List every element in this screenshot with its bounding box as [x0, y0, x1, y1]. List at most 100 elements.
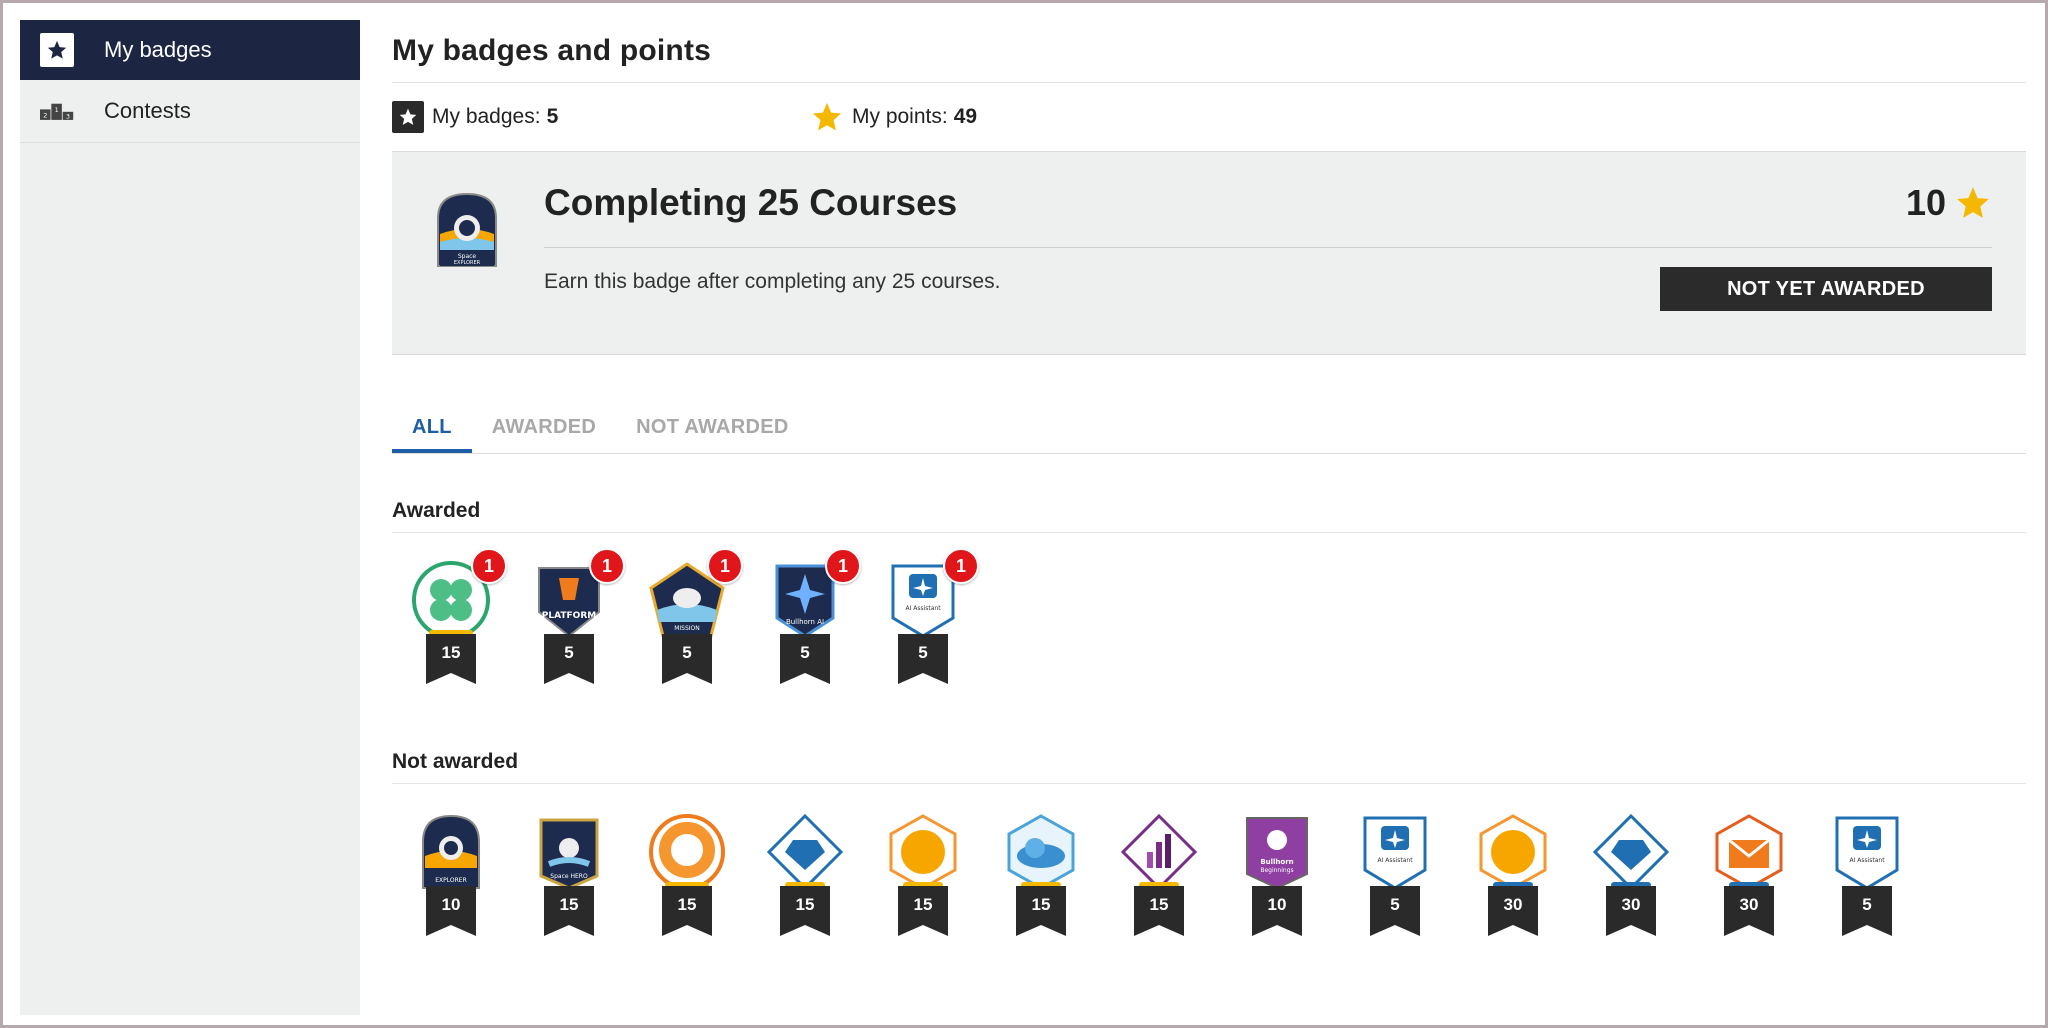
badge-points-ribbon: 15	[780, 886, 830, 936]
bullhorn-beginnings-badge[interactable]: Bullhorn Beginnings 10	[1218, 812, 1336, 964]
space-explorer-badge-icon: EXPLORER	[411, 812, 491, 892]
ai-assistant-salesforce-badge-icon: AI Assistant	[1355, 812, 1435, 892]
badge-points-ribbon: 5	[544, 634, 594, 684]
ai-assistant-generic-badge[interactable]: AI Assistant 5	[1808, 812, 1926, 964]
orange-hexagon-certified-badge[interactable]: 30	[1454, 812, 1572, 964]
badges-value: 5	[546, 105, 559, 128]
orange-hexagon-badge[interactable]: 15	[864, 812, 982, 964]
space-hero-badge-icon: Space HERO	[529, 812, 609, 892]
svg-text:3: 3	[66, 112, 70, 120]
sidebar: My badges 2 1 3 Contests	[20, 20, 360, 1015]
badge-points-ribbon: 5	[662, 634, 712, 684]
first-mission-badge[interactable]: MISSION 1 5	[628, 548, 746, 705]
not-yet-awarded-button[interactable]: NOT YET AWARDED	[1660, 267, 1992, 311]
cloud-badge-icon	[1001, 812, 1081, 892]
tab-all[interactable]: ALL	[392, 416, 472, 453]
main-content: My badges and points My badges: 5 My poi…	[392, 20, 2026, 964]
sidebar-item-contests[interactable]: 2 1 3 Contests	[20, 80, 360, 143]
points-label: My points:	[852, 105, 948, 128]
badge-points-ribbon: 15	[426, 634, 476, 684]
orange-hexagon-certified-badge-icon	[1473, 812, 1553, 892]
space-hero-badge[interactable]: Space HERO 15	[510, 812, 628, 964]
sidebar-item-label: My badges	[104, 37, 212, 62]
space-explorer-badge-icon: Space EXPLORER	[434, 190, 500, 275]
badge-points-ribbon: 5	[1842, 886, 1892, 936]
svg-text:AI Assistant: AI Assistant	[1849, 857, 1885, 864]
blue-diamond-badge-icon	[765, 812, 845, 892]
awarded-section-title: Awarded	[392, 494, 2026, 533]
tab-not-awarded[interactable]: NOT AWARDED	[616, 416, 809, 453]
space-explorer-badge[interactable]: EXPLORER 10	[392, 812, 510, 964]
platform-badge[interactable]: PLATFORM 1 5	[510, 548, 628, 705]
orange-ring-badge[interactable]: 15	[628, 812, 746, 964]
points-value: 49	[953, 105, 978, 128]
svg-text:AI Assistant: AI Assistant	[1377, 857, 1413, 864]
svg-text:1: 1	[55, 106, 59, 114]
badge-points-ribbon: 15	[1134, 886, 1184, 936]
selected-badge-points: 10	[1906, 182, 1992, 224]
not-awarded-badge-list: EXPLORER 10 Space HERO 15 15 15 15 15 15 Bullhorn…	[392, 784, 2026, 964]
svg-text:Bullhorn: Bullhorn	[1260, 858, 1293, 866]
svg-text:2: 2	[43, 111, 47, 119]
star-icon	[1957, 187, 1989, 218]
svg-text:Bullhorn AI: Bullhorn AI	[786, 618, 824, 626]
badge-points-ribbon: 15	[544, 886, 594, 936]
ai-assistant-salesforce-badge[interactable]: AI Assistant 5	[1336, 812, 1454, 964]
svg-text:AI Assistant: AI Assistant	[905, 605, 941, 612]
green-flower-badge-icon: 1	[411, 548, 507, 640]
bullhorn-beginnings-badge-icon: Bullhorn Beginnings	[1237, 812, 1317, 892]
tab-awarded[interactable]: AWARDED	[472, 416, 616, 453]
page-title: My badges and points	[392, 20, 2026, 83]
svg-text:Space HERO: Space HERO	[550, 873, 588, 880]
podium-icon: 2 1 3	[40, 94, 74, 128]
badge-count-indicator: 1	[471, 548, 507, 584]
orange-ring-badge-icon	[647, 812, 727, 892]
badge-count-indicator: 1	[943, 548, 979, 584]
badge-points-ribbon: 30	[1724, 886, 1774, 936]
svg-text:Beginnings: Beginnings	[1260, 867, 1293, 874]
cloud-badge[interactable]: 15	[982, 812, 1100, 964]
ai-assistant-generic-badge-icon: AI Assistant	[1827, 812, 1907, 892]
badge-points-ribbon: 15	[662, 886, 712, 936]
badge-points-ribbon: 5	[1370, 886, 1420, 936]
not-awarded-section-title: Not awarded	[392, 745, 2026, 784]
green-flower-badge[interactable]: 1 15	[392, 548, 510, 705]
svg-text:MISSION: MISSION	[674, 625, 700, 632]
badges-label: My badges:	[432, 105, 541, 128]
badge-count-indicator: 1	[825, 548, 861, 584]
awarded-badge-list: 1 15 PLATFORM 1 5 MISSION 1 5 Bullhorn AI 1 5 AI As…	[392, 533, 2026, 705]
bullhorn-ai-badge[interactable]: Bullhorn AI 1 5	[746, 548, 864, 705]
sidebar-item-label: Contests	[104, 98, 191, 123]
badge-points-ribbon: 30	[1606, 886, 1656, 936]
envelope-certified-badge-icon	[1709, 812, 1789, 892]
svg-text:EXPLORER: EXPLORER	[454, 260, 481, 266]
analytics-badge-icon	[1119, 812, 1199, 892]
envelope-certified-badge[interactable]: 30	[1690, 812, 1808, 964]
star-badge-icon	[392, 101, 424, 133]
selected-badge-description: Earn this badge after completing any 25 …	[544, 270, 1001, 293]
ai-assistant-ats-badge-icon: AI Assistant 1	[883, 548, 979, 640]
badge-count-indicator: 1	[707, 548, 743, 584]
points-count: My points: 49	[810, 100, 977, 134]
blue-diamond-badge[interactable]: 15	[746, 812, 864, 964]
badge-points-ribbon: 5	[780, 634, 830, 684]
svg-text:EXPLORER: EXPLORER	[435, 877, 467, 884]
badge-points-ribbon: 5	[898, 634, 948, 684]
badge-points-ribbon: 15	[1016, 886, 1066, 936]
star-badge-icon	[40, 33, 74, 67]
ai-assistant-ats-badge[interactable]: AI Assistant 1 5	[864, 548, 982, 705]
analytics-badge[interactable]: 15	[1100, 812, 1218, 964]
badge-points-ribbon: 10	[1252, 886, 1302, 936]
points-value: 10	[1905, 182, 1946, 223]
sidebar-item-my-badges[interactable]: My badges	[20, 20, 360, 80]
blue-diamond-certified-badge-icon	[1591, 812, 1671, 892]
badge-points-ribbon: 15	[898, 886, 948, 936]
platform-badge-icon: PLATFORM 1	[529, 548, 625, 640]
blue-diamond-certified-badge[interactable]: 30	[1572, 812, 1690, 964]
bullhorn-ai-badge-icon: Bullhorn AI 1	[765, 548, 861, 640]
badge-points-ribbon: 30	[1488, 886, 1538, 936]
selected-badge-title: Completing 25 Courses	[544, 182, 958, 223]
first-mission-badge-icon: MISSION 1	[647, 548, 743, 640]
badges-count: My badges: 5	[392, 101, 810, 133]
stats-bar: My badges: 5 My points: 49	[392, 83, 2026, 151]
